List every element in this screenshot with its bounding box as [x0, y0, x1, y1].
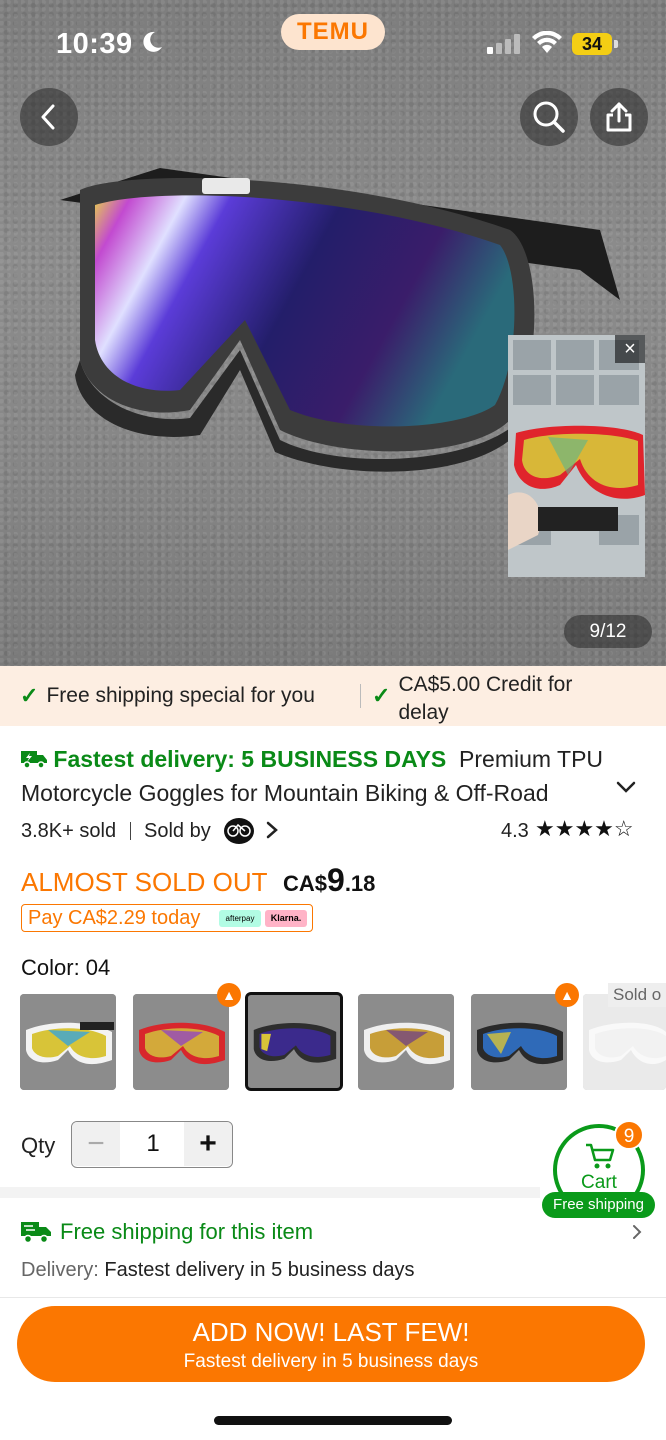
qty-label: Qty — [21, 1133, 56, 1158]
promo-credit-line2: delay — [398, 701, 449, 724]
search-icon — [533, 101, 565, 133]
swatch-image — [471, 994, 567, 1090]
qty-value[interactable]: 1 — [120, 1122, 186, 1166]
bike-icon — [227, 823, 251, 837]
delivery-key: Delivery: — [21, 1259, 99, 1281]
product-image-gallery[interactable]: 10:39 TEMU 34 × 9/12 — [0, 0, 666, 666]
check-icon: ✓ — [20, 683, 39, 708]
fastest-delivery-tag: Fastest delivery: 5 BUSINESS DAYS — [53, 746, 447, 772]
price-cents: .18 — [344, 871, 376, 896]
price-value: CA$9.18 — [283, 862, 375, 899]
add-to-cart-button[interactable]: ADD NOW! LAST FEW! Fastest delivery in 5… — [17, 1306, 645, 1382]
swatch-image — [20, 994, 116, 1090]
chevron-down-icon[interactable] — [614, 779, 638, 795]
color-swatch-3-selected[interactable] — [245, 992, 343, 1091]
almost-sold-out-label: ALMOST SOLD OUT — [21, 867, 268, 897]
video-preview[interactable]: × — [508, 335, 645, 577]
color-swatch-1[interactable] — [20, 994, 116, 1090]
swatch-image — [248, 995, 340, 1088]
flame-icon: ▲ — [217, 983, 241, 1007]
battery-level: 34 — [572, 33, 612, 55]
truck-icon — [21, 1222, 51, 1244]
pay-today-text: Pay CA$2.29 today — [28, 907, 201, 929]
status-bar: 10:39 TEMU 34 — [0, 0, 666, 90]
promo-credit-text: CA$5.00 Credit for delay — [398, 671, 572, 727]
qty-increase-button[interactable]: + — [184, 1122, 232, 1166]
color-swatch-6-sold-out[interactable] — [583, 994, 666, 1090]
cta-sub-label: Fastest delivery in 5 business days — [183, 1351, 479, 1372]
image-pager: 9/12 — [564, 615, 652, 648]
free-shipping-title: Free shipping for this item — [60, 1219, 314, 1244]
close-video-button[interactable]: × — [615, 335, 645, 363]
cart-free-shipping-tag: Free shipping — [542, 1192, 655, 1218]
cart-count-badge: 9 — [614, 1120, 644, 1150]
swatch-image — [133, 994, 229, 1090]
color-swatch-2[interactable] — [133, 994, 229, 1090]
promo-credit-line1: CA$5.00 Credit for — [398, 673, 573, 696]
price-currency: CA$ — [283, 871, 328, 896]
moon-icon — [143, 31, 162, 52]
afterpay-logo: afterpay — [219, 910, 261, 927]
bottom-divider — [0, 1297, 666, 1298]
row-divider — [130, 822, 131, 840]
delivery-info: Delivery: Fastest delivery in 5 business… — [21, 1259, 415, 1282]
promo-strip[interactable]: ✓ Free shipping special for you ✓ CA$5.0… — [0, 666, 666, 726]
check-icon: ✓ — [372, 683, 391, 708]
video-frame-image — [508, 335, 645, 577]
cta-main-label: ADD NOW! LAST FEW! — [192, 1317, 470, 1347]
klarna-logo: Klarna. — [265, 910, 307, 927]
chevron-left-icon — [41, 104, 55, 130]
color-label: Color: 04 — [21, 955, 111, 980]
wifi-icon — [532, 31, 562, 53]
share-icon — [606, 102, 632, 132]
promo-credit: ✓ CA$5.00 Credit for delay — [372, 671, 632, 727]
qty-decrease-button[interactable]: − — [72, 1122, 120, 1166]
cart-icon — [586, 1143, 615, 1169]
section-divider — [0, 1187, 540, 1198]
sold-out-tag: Sold o — [608, 983, 666, 1007]
back-button[interactable] — [20, 88, 78, 146]
shipping-info-row[interactable]: Free shipping for this item — [21, 1217, 646, 1247]
quantity-stepper[interactable]: − 1 + — [71, 1121, 233, 1168]
price-main: 9 — [327, 862, 345, 898]
sold-by-label[interactable]: Sold by — [144, 820, 211, 843]
seller-logo[interactable] — [224, 818, 254, 844]
color-swatch-4[interactable] — [358, 994, 454, 1090]
truck-icon — [21, 751, 47, 769]
promo-free-shipping-text: Free shipping special for you — [46, 684, 315, 707]
sold-count: 3.8K+ sold — [21, 820, 117, 842]
promo-divider — [360, 684, 361, 708]
rating-stars[interactable]: ★★★★☆ — [535, 816, 634, 842]
share-button[interactable] — [590, 88, 648, 146]
app-pill[interactable]: TEMU — [281, 14, 385, 50]
swatch-image — [583, 994, 666, 1090]
flame-icon: ▲ — [555, 983, 579, 1007]
home-indicator[interactable] — [214, 1416, 452, 1425]
chevron-right-icon[interactable] — [631, 1223, 643, 1241]
battery-indicator: 34 — [572, 33, 618, 55]
product-title[interactable]: Fastest delivery: 5 BUSINESS DAYS Premiu… — [21, 742, 621, 810]
sales-rating-row: 3.8K+ sold Sold by 4.3 ★★★★☆ — [21, 816, 646, 846]
chevron-right-icon[interactable] — [265, 820, 279, 840]
rating-value: 4.3 — [501, 820, 529, 842]
signal-icon — [487, 34, 520, 54]
delivery-value: Fastest delivery in 5 business days — [104, 1259, 415, 1281]
swatch-image — [358, 994, 454, 1090]
promo-free-shipping: ✓ Free shipping special for you — [20, 683, 315, 709]
color-swatch-5[interactable] — [471, 994, 567, 1090]
installment-badge[interactable]: Pay CA$2.29 today afterpay Klarna. — [21, 904, 313, 932]
search-button[interactable] — [520, 88, 578, 146]
cart-label: Cart — [581, 1172, 617, 1193]
status-time: 10:39 — [56, 28, 133, 60]
